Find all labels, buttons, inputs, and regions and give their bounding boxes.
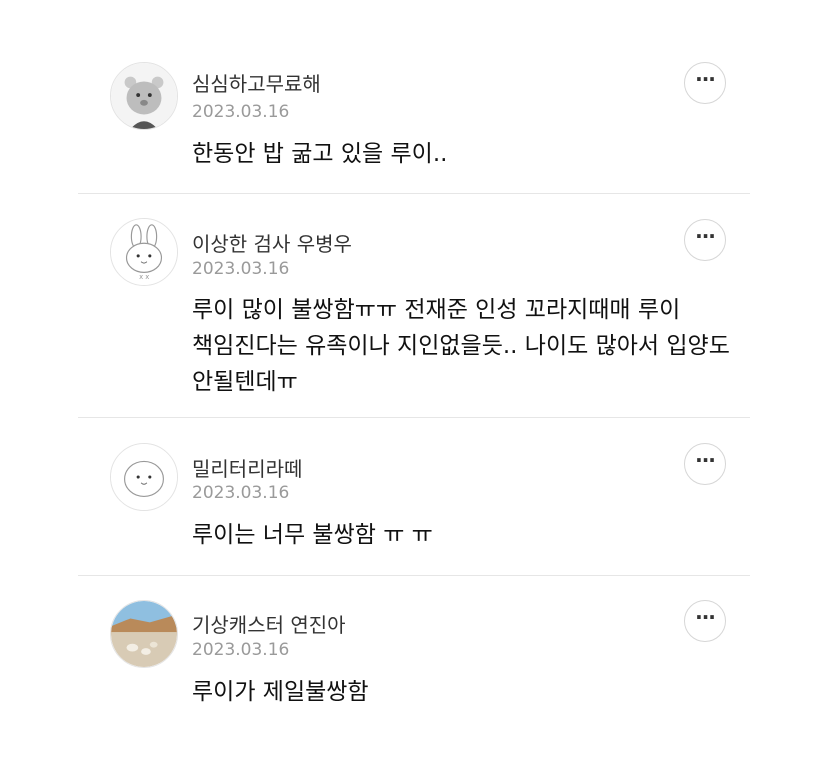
username[interactable]: 기상캐스터 연진아 <box>192 609 346 638</box>
comment-text: 루이 많이 불쌍함ㅠㅠ 전재준 인성 꼬라지때매 루이 책임진다는 유족이나 지… <box>192 297 730 395</box>
comment-date: 2023.03.16 <box>192 483 290 503</box>
username[interactable]: 심심하고무료해 <box>192 68 321 97</box>
bear-avatar-icon[interactable] <box>110 62 178 130</box>
username[interactable]: 이상한 검사 우병우 <box>192 228 352 257</box>
more-dots-icon: ··· <box>695 448 716 472</box>
divider <box>78 193 750 194</box>
more-options-button[interactable]: ··· <box>684 600 726 642</box>
rabbit-avatar-icon[interactable]: x x <box>110 218 178 286</box>
comment-text: 한동안 밥 굶고 있을 루이.. <box>192 141 448 167</box>
beach-photo-avatar-icon[interactable] <box>110 600 178 668</box>
svg-text:x x: x x <box>139 273 149 281</box>
blob-avatar-icon[interactable] <box>110 443 178 511</box>
divider <box>78 417 750 418</box>
comment-date: 2023.03.16 <box>192 102 290 122</box>
more-options-button[interactable]: ··· <box>684 62 726 104</box>
comment-text: 루이는 너무 불쌍함 ㅠ ㅠ <box>192 522 433 548</box>
more-options-button[interactable]: ··· <box>684 219 726 261</box>
more-options-button[interactable]: ··· <box>684 443 726 485</box>
divider <box>78 575 750 576</box>
comment-text: 루이가 제일불쌍함 <box>192 679 369 705</box>
username[interactable]: 밀리터리라떼 <box>192 453 302 482</box>
comment-date: 2023.03.16 <box>192 259 290 279</box>
comment-date: 2023.03.16 <box>192 640 290 660</box>
more-dots-icon: ··· <box>695 67 716 91</box>
more-dots-icon: ··· <box>695 224 716 248</box>
more-dots-icon: ··· <box>695 605 716 629</box>
